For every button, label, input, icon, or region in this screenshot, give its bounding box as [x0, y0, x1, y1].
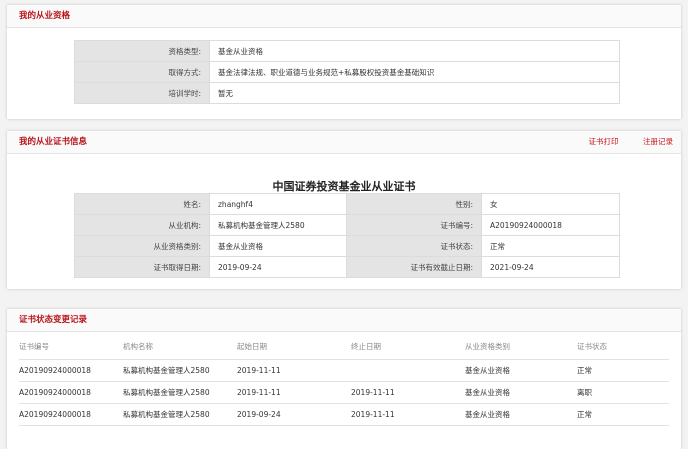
column-header: 终止日期	[351, 334, 465, 360]
qualification-row: 资格类型: 基金从业资格	[74, 40, 620, 62]
certificate-number-value: A20190924000018	[481, 214, 620, 236]
certificate-status-value: 正常	[481, 235, 620, 257]
table-row: A20190924000018 私募机构基金管理人2580 2019-11-11…	[19, 381, 669, 404]
history-header: 证书状态变更记录	[7, 309, 681, 332]
column-header: 机构名称	[123, 334, 237, 360]
certificate-row: 姓名: zhanghf4 性别: 女	[74, 193, 620, 215]
table-row: A20190924000018 私募机构基金管理人2580 2019-11-11…	[19, 359, 669, 382]
qualification-type-value: 基金从业资格	[209, 40, 620, 62]
certificate-header: 我的从业证书信息 证书打印 注册记录	[7, 131, 681, 154]
table-row: A20190924000018 私募机构基金管理人2580 2019-09-24…	[19, 403, 669, 426]
training-hours-label: 培训学时:	[74, 82, 210, 104]
certificate-name: 中国证券投资基金业从业证书	[272, 180, 416, 193]
history-cert-number: A20190924000018	[19, 381, 123, 404]
history-status: 正常	[577, 359, 669, 382]
qualification-row: 取得方式: 基金法律法规、职业道德与业务规范+私募股权投资基金基础知识	[74, 61, 620, 83]
qualification-title: 我的从业资格	[19, 11, 71, 21]
certificate-row: 从业机构: 私募机构基金管理人2580 证书编号: A2019092400001…	[74, 214, 620, 236]
history-table: 证书编号 机构名称 起始日期 终止日期 从业资格类别 证书状态 A2019092…	[19, 334, 669, 426]
certificate-status-label: 证书状态:	[346, 235, 482, 257]
name-label: 姓名:	[74, 193, 210, 215]
history-status: 正常	[577, 403, 669, 426]
qualification-panel: 我的从业资格 资格类型: 基金从业资格 取得方式: 基金法律法规、职业道德与业务…	[7, 5, 681, 119]
gender-label: 性别:	[346, 193, 482, 215]
expiry-date-label: 证书有效截止日期:	[346, 256, 482, 278]
qualification-type-label: 资格类型:	[74, 40, 210, 62]
history-start-date: 2019-11-11	[237, 359, 351, 382]
certificate-row: 从业资格类别: 基金从业资格 证书状态: 正常	[74, 235, 620, 257]
history-status: 离职	[577, 381, 669, 404]
certificate-table: 姓名: zhanghf4 性别: 女 从业机构: 私募机构基金管理人2580 证…	[74, 193, 620, 278]
column-header: 从业资格类别	[465, 334, 577, 360]
certificate-panel: 我的从业证书信息 证书打印 注册记录 中国证券投资基金业从业证书 姓名: zha…	[7, 131, 681, 289]
qualification-category-label: 从业资格类别:	[74, 235, 210, 257]
institution-label: 从业机构:	[74, 214, 210, 236]
name-value: zhanghf4	[209, 193, 347, 215]
issue-date-label: 证书取得日期:	[74, 256, 210, 278]
history-end-date: 2019-11-11	[351, 381, 465, 404]
history-header-row: 证书编号 机构名称 起始日期 终止日期 从业资格类别 证书状态	[19, 334, 669, 360]
history-institution: 私募机构基金管理人2580	[123, 403, 237, 426]
acquire-method-label: 取得方式:	[74, 61, 210, 83]
print-certificate-link[interactable]: 证书打印	[588, 137, 618, 146]
gender-value: 女	[481, 193, 620, 215]
qualification-header: 我的从业资格	[7, 5, 681, 28]
column-header: 证书编号	[19, 334, 123, 360]
history-institution: 私募机构基金管理人2580	[123, 381, 237, 404]
history-start-date: 2019-09-24	[237, 403, 351, 426]
certificate-row: 证书取得日期: 2019-09-24 证书有效截止日期: 2021-09-24	[74, 256, 620, 278]
history-end-date: 2019-11-11	[351, 403, 465, 426]
history-cert-number: A20190924000018	[19, 403, 123, 426]
training-hours-value: 暂无	[209, 82, 620, 104]
certificate-title: 我的从业证书信息	[19, 137, 88, 147]
certificate-number-label: 证书编号:	[346, 214, 482, 236]
history-category: 基金从业资格	[465, 403, 577, 426]
history-institution: 私募机构基金管理人2580	[123, 359, 237, 382]
history-category: 基金从业资格	[465, 381, 577, 404]
column-header: 证书状态	[577, 334, 669, 360]
history-end-date	[351, 359, 465, 382]
institution-value: 私募机构基金管理人2580	[209, 214, 347, 236]
history-category: 基金从业资格	[465, 359, 577, 382]
column-header: 起始日期	[237, 334, 351, 360]
history-panel: 证书状态变更记录 证书编号 机构名称 起始日期 终止日期 从业资格类别 证书状态…	[7, 309, 681, 449]
history-start-date: 2019-11-11	[237, 381, 351, 404]
qualification-row: 培训学时: 暂无	[74, 82, 620, 104]
registration-record-link[interactable]: 注册记录	[643, 137, 673, 146]
qualification-category-value: 基金从业资格	[209, 235, 347, 257]
history-title: 证书状态变更记录	[19, 315, 88, 325]
expiry-date-value: 2021-09-24	[481, 256, 620, 278]
history-cert-number: A20190924000018	[19, 359, 123, 382]
issue-date-value: 2019-09-24	[209, 256, 347, 278]
acquire-method-value: 基金法律法规、职业道德与业务规范+私募股权投资基金基础知识	[209, 61, 620, 83]
qualification-table: 资格类型: 基金从业资格 取得方式: 基金法律法规、职业道德与业务规范+私募股权…	[74, 40, 620, 104]
